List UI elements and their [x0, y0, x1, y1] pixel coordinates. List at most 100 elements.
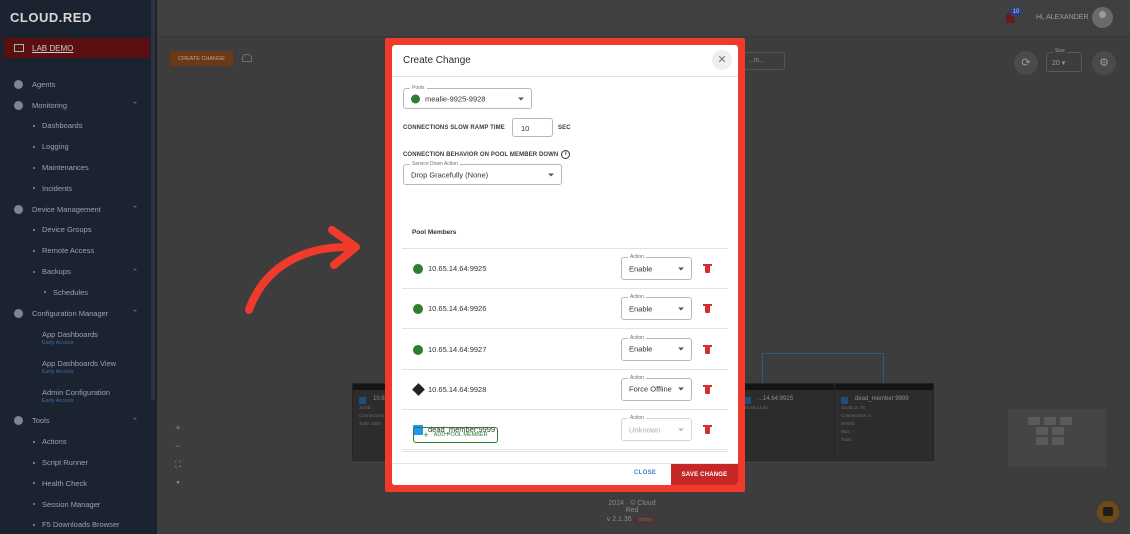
action-label: Action [628, 253, 646, 261]
size-select[interactable]: Size 20 ▾ [1046, 48, 1082, 72]
sidebar-item[interactable]: Schedules [0, 282, 150, 303]
lab-selector[interactable]: LAB DEMO [4, 38, 150, 58]
pool-select-value: mealie-9925-9928 [425, 94, 486, 103]
sidebar-item-label: Admin Configuration [42, 388, 110, 398]
sidebar-scrollbar[interactable] [151, 0, 155, 400]
trash-icon[interactable] [703, 264, 712, 273]
behavior-label: CONNECTION BEHAVIOR ON POOL MEMBER DOWN [403, 152, 559, 159]
sidebar-item[interactable]: Maintenances [0, 157, 150, 178]
zoom-out-icon[interactable]: − [171, 437, 185, 455]
sidebar-item[interactable]: Monitoring ⌃ [0, 95, 150, 116]
create-change-button[interactable]: CREATE CHANGE [170, 51, 233, 66]
service-down-select[interactable]: Service Down Action Drop Gracefully (Non… [403, 160, 562, 185]
sidebar-item-label: Tools [32, 416, 50, 426]
app-logo[interactable]: CLOUD.RED [10, 10, 92, 25]
sidebar-item[interactable]: F5 Downloads Browser [0, 515, 150, 534]
sidebar-item[interactable]: App Dashboards Early Access [0, 324, 150, 353]
sidebar-item[interactable]: App Dashboards View Early Access [0, 353, 150, 382]
sidebar-item[interactable]: Session Manager [0, 494, 150, 515]
sidebar-item-label: F5 Downloads Browser [42, 520, 120, 530]
sidebar-item[interactable]: Backups ⌃ [0, 261, 150, 282]
notifications-button[interactable]: 10 [1004, 7, 1022, 24]
member-address: 10.65.14.64:9926 [428, 304, 487, 314]
notification-count-badge: 10 [1010, 7, 1022, 17]
settings-button[interactable]: ⚙ [1092, 51, 1116, 75]
action-label: Action [628, 293, 646, 302]
monitor-icon [14, 44, 24, 52]
ramp-time-label: CONNECTIONS SLOW RAMP TIME [403, 125, 505, 131]
sidebar-item-label: Incidents [42, 183, 73, 193]
trash-icon[interactable] [703, 304, 712, 314]
ramp-time-unit: SEC [558, 125, 571, 131]
sidebar-item[interactable]: Incidents [0, 178, 150, 199]
sidebar-item-label: Script Runner [42, 458, 88, 468]
node-subtitle: 10.65.14.64 [744, 405, 768, 410]
view-select-value: ...th... [749, 58, 765, 64]
avatar[interactable] [1092, 7, 1113, 28]
trash-icon[interactable] [703, 344, 712, 354]
chevron-down-icon [678, 267, 684, 270]
chevron-down-icon [548, 173, 554, 176]
sidebar-item[interactable]: Tools ⌃ [0, 411, 150, 432]
sidebar-item[interactable]: Logging [0, 136, 150, 157]
member-status-black-icon [412, 383, 425, 396]
create-change-dialog: Create Change ✕ Pools mealie-9925-9928 C… [392, 45, 738, 485]
lab-label: LAB DEMO [32, 43, 74, 53]
people-icon[interactable] [242, 54, 252, 62]
add-pool-member-button[interactable]: + ADD POOL MEMBER [413, 427, 498, 443]
agents-icon [14, 79, 23, 89]
sidebar-item[interactable]: Health Check [0, 473, 150, 494]
member-action-value: Enable [629, 304, 653, 314]
sidebar: CLOUD.RED LAB DEMO Agents Monitoring ⌃ Dash… [0, 0, 157, 534]
chevron-down-icon [678, 428, 684, 432]
early-access-badge: Early Access [42, 340, 74, 347]
sidebar-item[interactable]: Configuration Manager ⌃ [0, 303, 150, 324]
view-select[interactable]: ...th... [744, 52, 785, 70]
topology-node[interactable]: ...14.64:9925 10.65.14.64 [737, 383, 837, 461]
sidebar-item[interactable]: Admin Configuration Early Access [0, 382, 150, 411]
member-action-select[interactable]: Action Force Offline [621, 373, 692, 401]
sidebar-item[interactable]: Agents [0, 74, 150, 95]
topology-node[interactable]: dead_member:9999 10.65.14.78 Connections… [834, 383, 934, 461]
close-button[interactable]: CLOSE [634, 470, 656, 476]
member-action-select[interactable]: Action Enable [621, 293, 692, 321]
sidebar-item[interactable]: Remote Access [0, 240, 150, 261]
sidebar-item[interactable]: Device Management ⌃ [0, 199, 150, 220]
member-action-value: Enable [629, 264, 653, 273]
fit-view-icon[interactable]: ⛶ [171, 455, 185, 473]
pool-members-header: Pool Members [412, 229, 457, 236]
member-action-value: Unknown [629, 425, 661, 435]
pool-select-label: Pools [410, 84, 427, 92]
sidebar-item[interactable]: Dashboards [0, 116, 150, 137]
ramp-time-input[interactable]: 10 [512, 118, 553, 137]
zoom-in-icon[interactable]: + [171, 419, 185, 437]
sidebar-item[interactable]: Script Runner [0, 452, 150, 473]
size-label: Size [1053, 48, 1067, 54]
trash-icon[interactable] [703, 384, 712, 394]
sidebar-item[interactable]: Actions [0, 431, 150, 452]
minimap[interactable] [1008, 409, 1106, 467]
sidebar-item-label: Logging [42, 142, 69, 152]
chevron-up-icon: ⌃ [132, 310, 138, 318]
early-access-badge: Early Access [42, 398, 74, 405]
sidebar-item-label: Remote Access [42, 246, 95, 256]
save-change-button[interactable]: SAVE CHANGE [671, 464, 738, 485]
add-pool-member-label: ADD POOL MEMBER [433, 432, 488, 438]
chevron-down-icon [518, 97, 524, 100]
service-down-label: Service Down Action [410, 160, 460, 168]
refresh-button[interactable]: ⟳ [1014, 51, 1038, 75]
info-icon[interactable]: i [561, 150, 571, 159]
trash-icon[interactable] [703, 425, 712, 435]
member-action-select[interactable]: Action Enable [621, 253, 692, 280]
sidebar-item[interactable]: Device Groups [0, 220, 150, 241]
member-action-select[interactable]: Action Unknown [621, 414, 692, 442]
close-icon[interactable]: ✕ [712, 50, 732, 70]
pool-select[interactable]: Pools mealie-9925-9928 [403, 84, 532, 109]
sidebar-item-label: Device Management [32, 204, 101, 214]
member-action-select[interactable]: Action Enable [621, 333, 692, 361]
lock-icon[interactable]: ▪ [171, 473, 185, 491]
sidebar-item-label: Monitoring [32, 100, 68, 110]
behavior-label-row: CONNECTION BEHAVIOR ON POOL MEMBER DOWN i [403, 150, 571, 159]
divider [402, 451, 728, 452]
chat-button[interactable] [1097, 501, 1119, 523]
